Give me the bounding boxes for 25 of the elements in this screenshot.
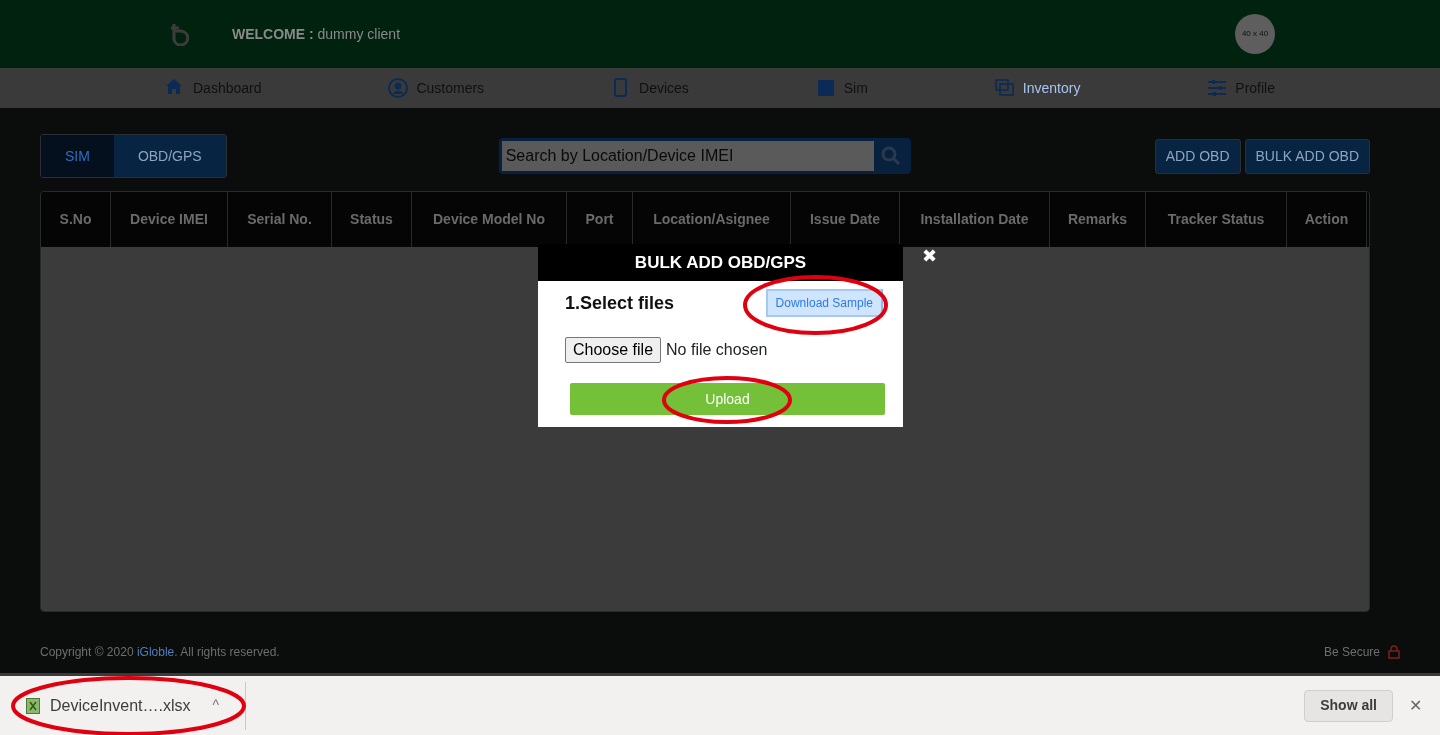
choose-file-button[interactable]: Choose file <box>565 337 662 363</box>
show-all-button[interactable]: Show all <box>1304 689 1393 722</box>
step-label: 1.Select files <box>565 291 675 315</box>
modal-title: BULK ADD OBD/GPS <box>538 244 903 281</box>
welcome-text: WELCOME : dummy client <box>232 24 400 44</box>
lock-icon <box>1388 644 1400 659</box>
square-icon <box>815 78 836 98</box>
search-field[interactable]: Search by Location/Device IMEI <box>498 138 911 174</box>
nav-link[interactable]: Inventory <box>994 77 1081 99</box>
action-button[interactable]: BULK ADD OBD <box>1244 138 1370 174</box>
close-button[interactable]: ✖ <box>922 247 937 265</box>
spreadsheet-file-icon <box>26 697 40 714</box>
file-status-text: No file chosen <box>666 340 768 360</box>
toggle-tab[interactable]: SIM <box>41 135 114 177</box>
user-circle-icon <box>388 78 409 98</box>
secure-text: Be Secure <box>1323 643 1380 661</box>
action-button[interactable]: ADD OBD <box>1154 138 1241 174</box>
stacked-windows-icon <box>994 78 1015 98</box>
download-sample-button[interactable]: Download Sample <box>765 289 883 317</box>
sliders-icon <box>1207 78 1228 98</box>
copyright-text: Copyright © 2020 iGloble. All rights reserved. <box>40 643 280 661</box>
close-button[interactable]: ✕ <box>1403 692 1428 719</box>
logo-icon <box>170 22 192 46</box>
search-icon[interactable] <box>880 146 901 166</box>
toggle-tab[interactable]: OBD/GPS <box>113 135 226 177</box>
